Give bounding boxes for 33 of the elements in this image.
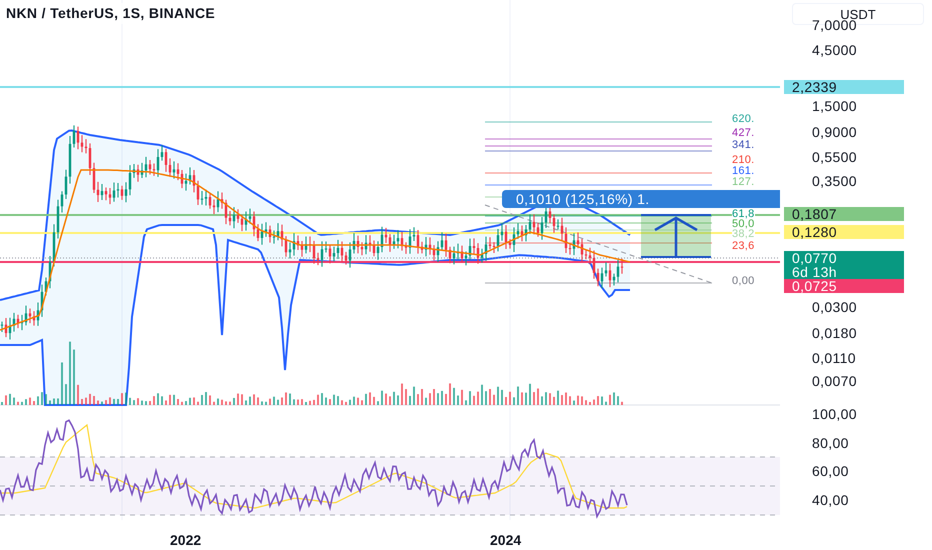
measurement-label: 0,1010 (125,16%) 1.: [502, 190, 780, 208]
chart-title: NKN / TetherUS, 1S, BINANCE: [6, 3, 216, 24]
fibonacci-level-label: 210.: [732, 155, 755, 165]
fibonacci-level-label: 620.: [732, 114, 755, 124]
fibonacci-level-label: 127.: [732, 177, 755, 187]
price-countdown-badge: 0,0770 6d 13h: [784, 251, 904, 279]
price-axis-label: 0,0070: [812, 373, 857, 389]
fibonacci-level-label: 161.: [732, 166, 755, 176]
price-axis-label: 0,9000: [812, 124, 857, 140]
price-badge: 0,1280: [784, 225, 904, 239]
rsi-axis-label: 60,00: [812, 463, 849, 479]
price-badge: 2,2339: [784, 80, 904, 94]
price-axis-label: 0,0110: [812, 350, 856, 366]
rsi-axis-label: 80,00: [812, 435, 849, 451]
price-axis-label: 1,5000: [812, 98, 857, 114]
fibonacci-level-label: 23,6: [732, 241, 755, 251]
fibonacci-level-label: 427.: [732, 128, 755, 138]
price-badge: 0,0725: [784, 279, 904, 293]
price-badge: 0,1807: [784, 207, 904, 221]
time-axis-label: 2022: [170, 531, 202, 550]
fibonacci-level-label: 0,00: [732, 276, 755, 286]
price-axis-label: 4,5000: [812, 42, 857, 58]
price-axis-label: 0,5500: [812, 149, 857, 165]
rsi-axis-label: 40,00: [812, 492, 849, 508]
fibonacci-level-label: 61,8: [732, 209, 755, 219]
fibonacci-level-label: 50,0: [732, 219, 755, 229]
price-axis-label: 0,0300: [812, 299, 857, 315]
fibonacci-level-label: 341.: [732, 140, 755, 150]
fibonacci-level-label: 38,2: [732, 229, 755, 239]
rsi-axis-label: 100,00: [812, 406, 857, 422]
time-axis-label: 2024: [490, 531, 522, 550]
price-axis-label: 0,3500: [812, 173, 857, 189]
price-axis-label: 0,0180: [812, 325, 857, 341]
